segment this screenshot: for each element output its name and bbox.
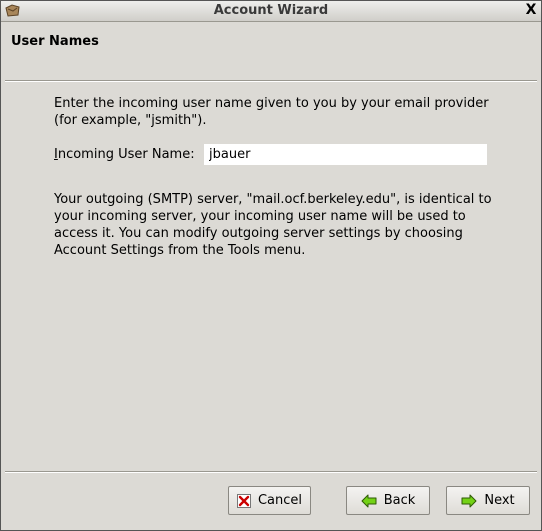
mail-app-icon <box>5 4 20 17</box>
incoming-user-name-input[interactable] <box>204 144 487 165</box>
close-icon: X <box>525 2 537 18</box>
instruction-text: Enter the incoming user name given to yo… <box>54 96 489 128</box>
cancel-label: Cancel <box>257 493 303 508</box>
incoming-user-name-label: Incoming User Name: <box>54 147 195 162</box>
label-text: ncoming User Name: <box>57 147 195 162</box>
next-label: Next <box>484 493 515 508</box>
footer-separator <box>5 471 537 473</box>
account-wizard-window: Account Wizard X User Names Enter the in… <box>0 0 542 531</box>
back-label: Back <box>383 493 416 508</box>
next-button[interactable]: Next <box>446 486 530 515</box>
page-title: User Names <box>11 34 99 49</box>
back-button[interactable]: Back <box>346 486 430 515</box>
content-area: Enter the incoming user name given to yo… <box>54 95 494 129</box>
cancel-x-icon <box>236 493 251 508</box>
arrow-right-icon <box>461 494 477 508</box>
title-bar[interactable]: Account Wizard X <box>1 1 541 22</box>
smtp-info-text: Your outgoing (SMTP) server, "mail.ocf.b… <box>54 192 492 258</box>
cancel-button[interactable]: Cancel <box>228 486 311 515</box>
close-button[interactable]: X <box>524 3 538 18</box>
header-separator <box>5 80 537 82</box>
arrow-left-icon <box>361 494 377 508</box>
window-title: Account Wizard <box>213 3 329 18</box>
